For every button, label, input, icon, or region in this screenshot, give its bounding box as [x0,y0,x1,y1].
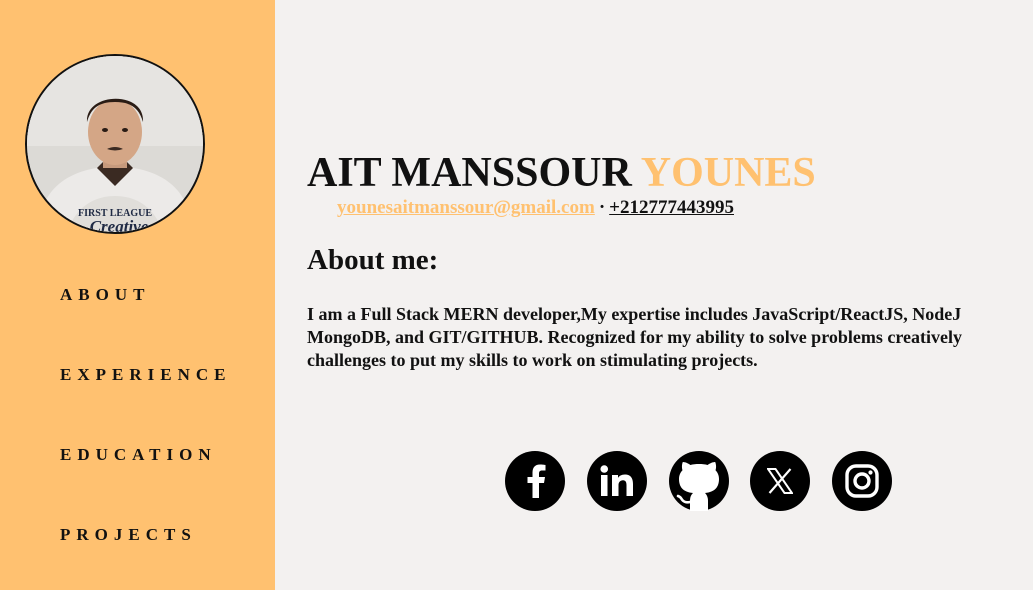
x-button[interactable] [750,451,810,511]
linkedin-button[interactable] [587,451,647,511]
facebook-icon [527,464,546,498]
about-line: I am a Full Stack MERN developer,My expe… [307,304,962,324]
x-icon [767,468,793,494]
about-text: I am a Full Stack MERN developer,My expe… [307,303,1033,372]
github-icon [676,461,719,511]
avatar: FIRST LEAGUE Creative [25,54,205,234]
phone-link[interactable]: +212777443995 [609,197,734,218]
github-button[interactable] [669,451,729,511]
nav-experience[interactable]: EXPERIENCE [60,365,231,385]
contact-separator: · [598,197,606,218]
svg-text:Creative: Creative [90,217,149,232]
profile-name: AIT MANSSOUR YOUNES [307,150,816,196]
sidebar: FIRST LEAGUE Creative ABOUT EXPERIENCE E… [0,0,275,590]
contact-line: younesaitmanssour@gmail.com · +21277744399… [337,197,734,219]
instagram-icon [845,464,879,498]
main-content: AIT MANSSOUR YOUNES younesaitmanssour@gm… [275,0,1033,590]
about-title: About me: [307,244,439,276]
nav-education[interactable]: EDUCATION [60,445,217,465]
email-link[interactable]: younesaitmanssour@gmail.com [337,197,595,218]
first-name: AIT MANSSOUR [307,150,632,196]
nav-about[interactable]: ABOUT [60,285,150,305]
facebook-button[interactable] [505,451,565,511]
about-line: challenges to put my skills to work on s… [307,350,758,370]
about-line: MongoDB, and GIT/GITHUB. Recognized for … [307,327,962,347]
instagram-button[interactable] [832,451,892,511]
nav-projects[interactable]: PROJECTS [60,525,197,545]
linkedin-icon [600,465,633,496]
profile-photo: FIRST LEAGUE Creative [27,56,203,232]
last-name: YOUNES [640,150,816,196]
